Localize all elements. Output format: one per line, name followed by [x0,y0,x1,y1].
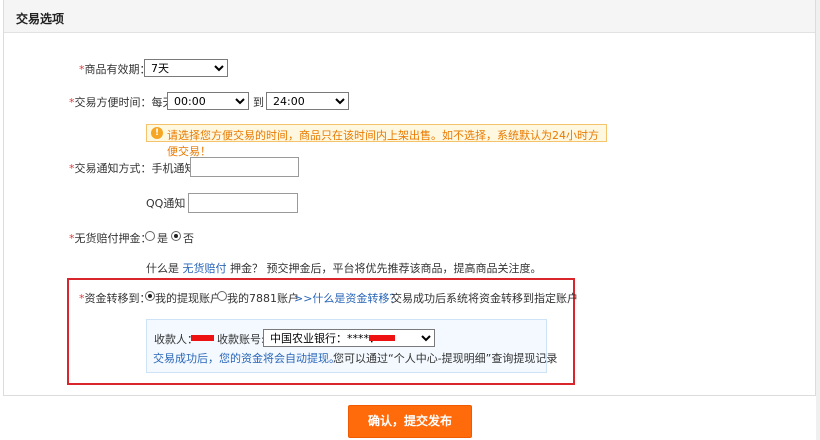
deposit-label: 无货赔付押金： [74,232,152,245]
deposit-hint-prefix: 什么是 [146,262,179,275]
transfer-7881-radio[interactable] [217,291,227,301]
account-label: 收款账号: [217,333,265,346]
deposit-hint-link[interactable]: 无货赔付 [183,262,227,275]
phone-notify-input[interactable] [190,157,299,177]
transfer-withdraw-radio[interactable] [145,291,155,301]
deposit-hint: 什么是 无货赔付 押金？ 预交押金后，平台将优先推荐该商品，提高商品关注度。 [146,260,542,276]
submit-button[interactable]: 确认，提交发布 [348,405,472,438]
phone-notify-label: 手机通知 [151,162,196,175]
notify-label-wrap: *交易通知方式：手机通知 [69,160,196,176]
transfer-withdraw-label: 我的提现账户 [155,292,221,305]
validity-label-wrap: *商品有效期： [79,61,151,77]
tip-text: 请选择您方便交易的时间，商品只在该时间内上架出售。如不选择，系统默认为24小时方… [167,129,599,158]
validity-select[interactable]: 7天 [144,59,228,77]
deposit-yes-label: 是 [157,232,168,245]
deposit-no-label: 否 [183,232,194,245]
withdraw-record-note: 您可以通过“个人中心-提现明细”查询提现记录 [333,352,558,365]
trade-time-to-select[interactable]: 24:00 [266,92,349,110]
validity-label: 商品有效期： [84,63,151,76]
auto-withdraw-note: 交易成功后，您的资金将会自动提现。 [153,352,340,365]
qq-notify-input[interactable] [188,193,298,213]
trade-time-label: 交易方便时间： [74,96,152,109]
deposit-no-radio[interactable] [171,231,181,241]
trade-time-tip: ! 请选择您方便交易的时间，商品只在该时间内上架出售。如不选择，系统默认为24小… [146,124,607,158]
warning-icon: ! [151,127,163,139]
payee-name-redacted [191,335,214,341]
account-select[interactable]: 中国农业银行：****： [263,329,435,347]
deposit-label-wrap: *无货赔付押金： [69,230,152,246]
deposit-hint-suffix: 押金？ 预交押金后，平台将优先推荐该商品，提高商品关注度。 [230,262,542,275]
trade-time-from-select[interactable]: 00:00 [167,92,249,110]
transfer-7881-label: 我的7881账户 [227,292,299,305]
transfer-label: 资金转移到： [84,292,151,305]
transfer-label-wrap: *资金转移到： [79,290,151,306]
scrollbar[interactable] [816,0,820,440]
deposit-yes-radio[interactable] [145,231,155,241]
trade-time-label-wrap: *交易方便时间：每天 [69,94,174,110]
transfer-help-text: 交易成功后系统将资金转移到指定账户 [391,292,578,305]
panel-header: 交易选项 [4,0,815,33]
notify-label: 交易通知方式： [74,162,152,175]
qq-notify-label: QQ通知 [146,197,186,210]
account-number-redacted [369,335,395,341]
section-title: 交易选项 [16,12,65,26]
payee-info-box: 收款人： 收款账号: 中国农业银行：****： 交易成功后，您的资金将会自动提现… [146,319,557,373]
transfer-help-link[interactable]: >>什么是资金转移？ [294,290,400,306]
trade-time-to-label: 到 [253,96,264,109]
